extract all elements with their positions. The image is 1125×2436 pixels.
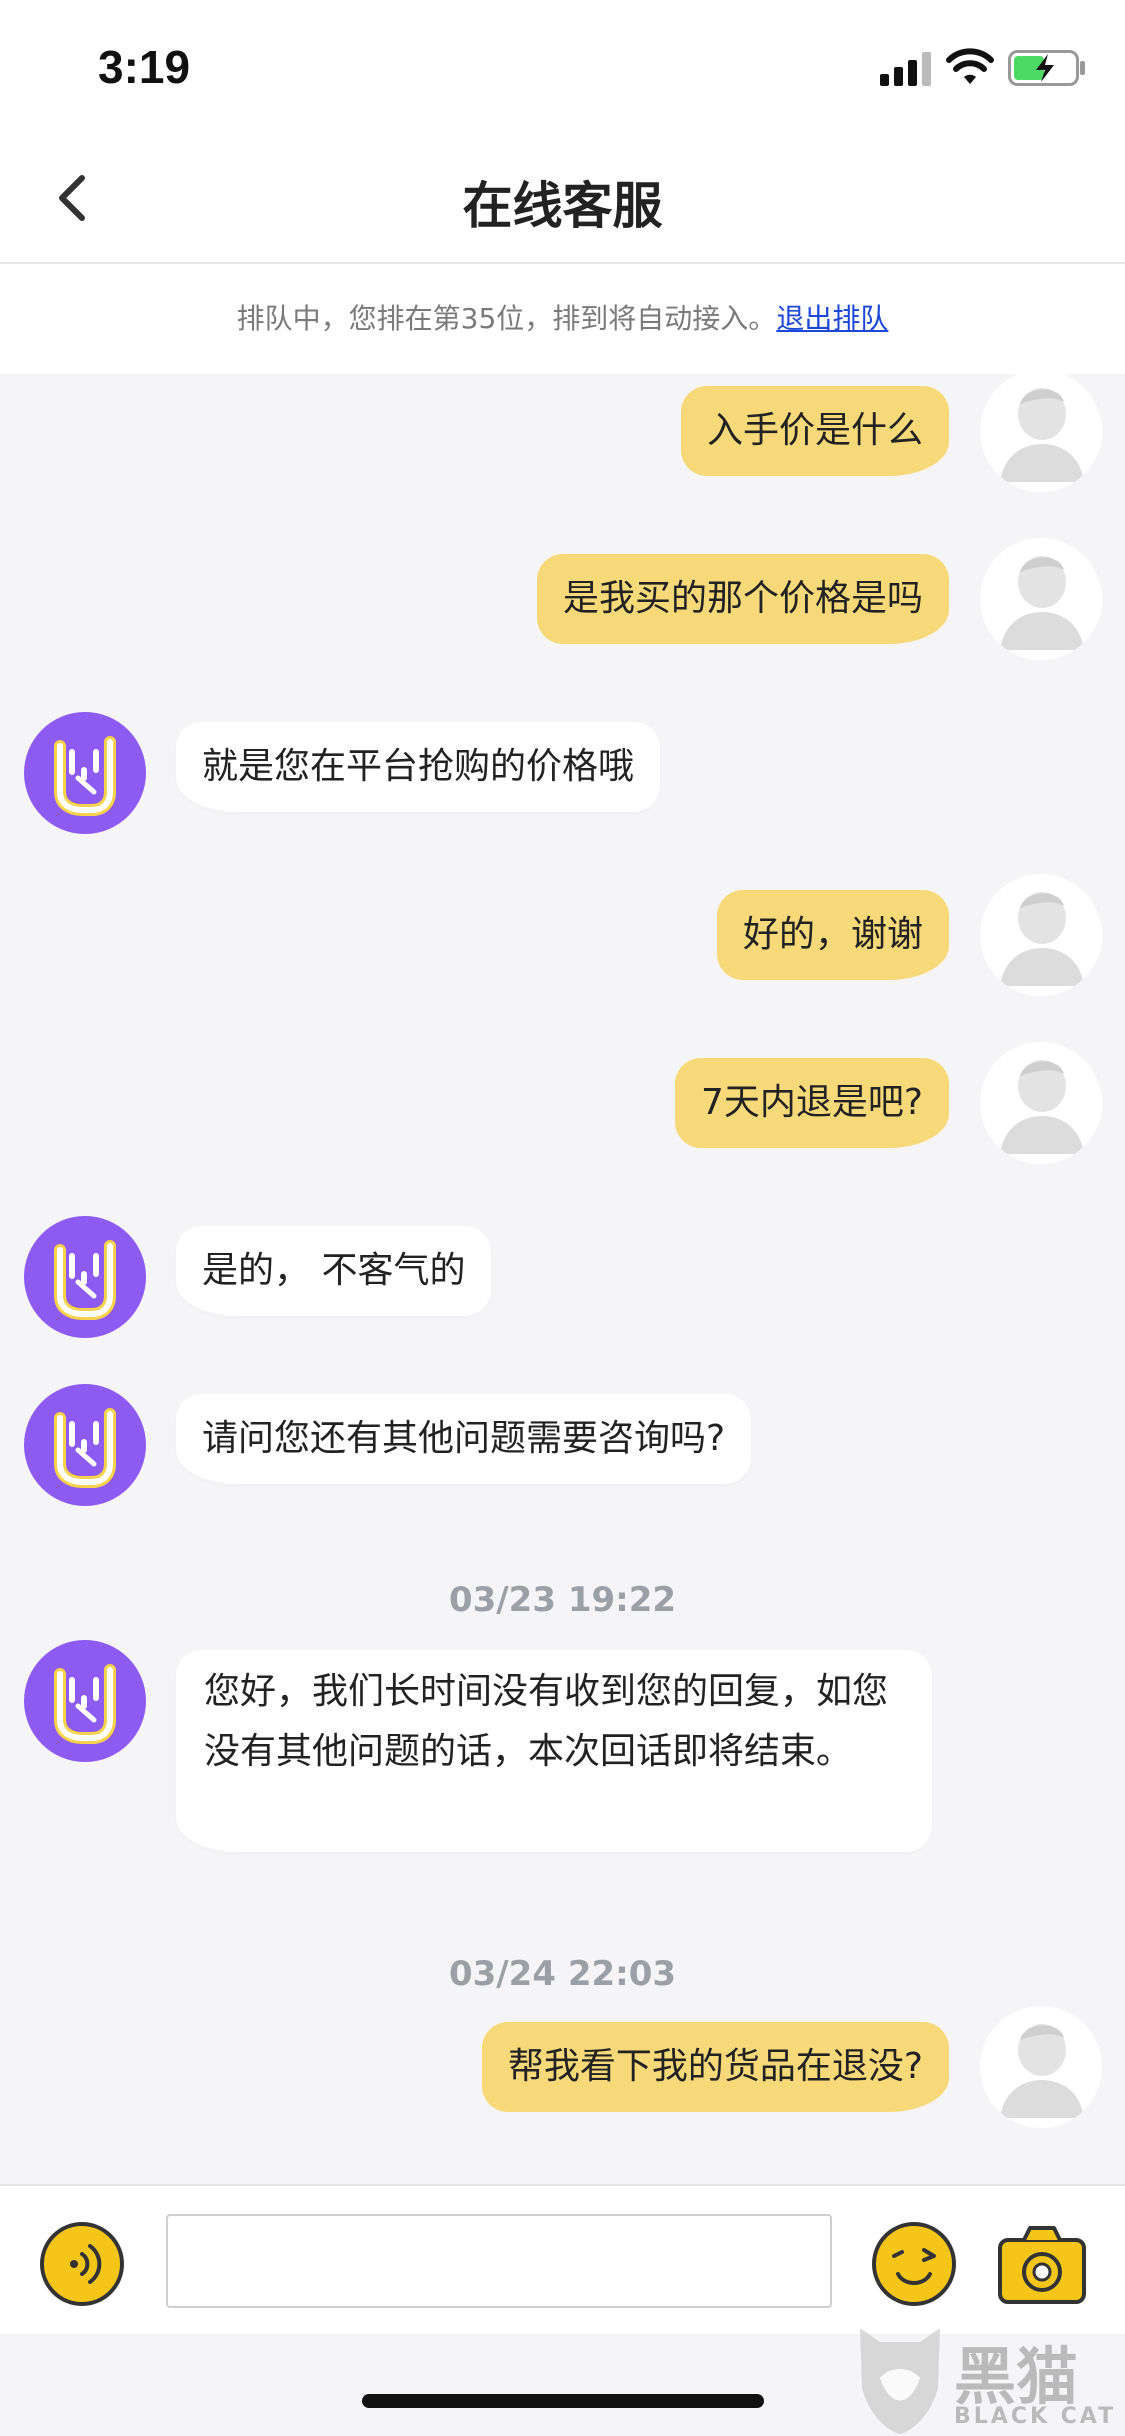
user-avatar (980, 370, 1102, 492)
watermark-subtitle: BLACK CAT (954, 2404, 1117, 2429)
wifi-icon (946, 48, 994, 84)
user-message-bubble: 入手价是什么 (680, 386, 949, 476)
user-avatar (980, 1042, 1102, 1164)
watermark: 黑猫 BLACK CAT (850, 2318, 1125, 2436)
leave-queue-link[interactable]: 退出排队 (776, 302, 888, 335)
agent-avatar (24, 1640, 146, 1762)
voice-icon[interactable] (38, 2220, 126, 2308)
cellular-signal-icon (880, 52, 931, 86)
user-avatar (980, 2006, 1102, 2128)
user-avatar-icon (1000, 1060, 1084, 1154)
user-avatar-icon (1000, 2024, 1084, 2118)
user-message-bubble: 帮我看下我的货品在退没? (481, 2022, 949, 2112)
chat-area[interactable]: 入手价是什么 是我买的那个价格是吗 就是您在平台抢购的价格哦 好的，谢谢 7天内… (0, 370, 1125, 2184)
agent-message-bubble: 您好，我们长时间没有收到您的回复，如您没有其他问题的话，本次回话即将结束。 (176, 1650, 932, 1852)
rock-hand-icon (54, 1664, 116, 1744)
nav-bar: 在线客服 (0, 130, 1125, 264)
battery-charging-icon (1008, 50, 1085, 86)
queue-status-text: 排队中，您排在第35位，排到将自动接入。 (236, 302, 777, 335)
timestamp: 03/23 19:22 (448, 1580, 677, 1620)
agent-message-bubble: 就是您在平台抢购的价格哦 (176, 722, 661, 812)
user-avatar-icon (1000, 388, 1084, 482)
agent-avatar (24, 1216, 146, 1338)
watermark-title: 黑猫 (954, 2340, 1079, 2413)
status-time: 3:19 (98, 41, 191, 93)
user-message-bubble: 7天内退是吧? (674, 1058, 949, 1148)
rock-hand-icon (54, 1240, 116, 1320)
user-message-bubble: 是我买的那个价格是吗 (536, 554, 949, 644)
agent-avatar (24, 1384, 146, 1506)
rock-hand-icon (54, 736, 116, 816)
user-message-bubble: 好的，谢谢 (716, 890, 949, 980)
camera-icon[interactable] (996, 2222, 1088, 2308)
home-indicator[interactable] (362, 2394, 764, 2408)
user-avatar-icon (1000, 892, 1084, 986)
status-bar: 3:19 (0, 0, 1125, 130)
message-input[interactable] (166, 2214, 832, 2308)
page-title: 在线客服 (462, 177, 663, 235)
agent-message-bubble: 请问您还有其他问题需要咨询吗? (176, 1394, 752, 1484)
rock-hand-icon (54, 1408, 116, 1488)
black-cat-logo-icon (860, 2328, 940, 2434)
user-avatar (980, 538, 1102, 660)
timestamp: 03/24 22:03 (448, 1954, 677, 1994)
user-avatar-icon (1000, 556, 1084, 650)
emoji-icon[interactable] (870, 2220, 958, 2308)
agent-message-bubble: 是的， 不客气的 (176, 1226, 492, 1316)
agent-avatar (24, 712, 146, 834)
queue-status-bar: 排队中，您排在第35位，排到将自动接入。退出排队 (0, 264, 1125, 374)
user-avatar (980, 874, 1102, 996)
message-input-bar (0, 2184, 1125, 2334)
